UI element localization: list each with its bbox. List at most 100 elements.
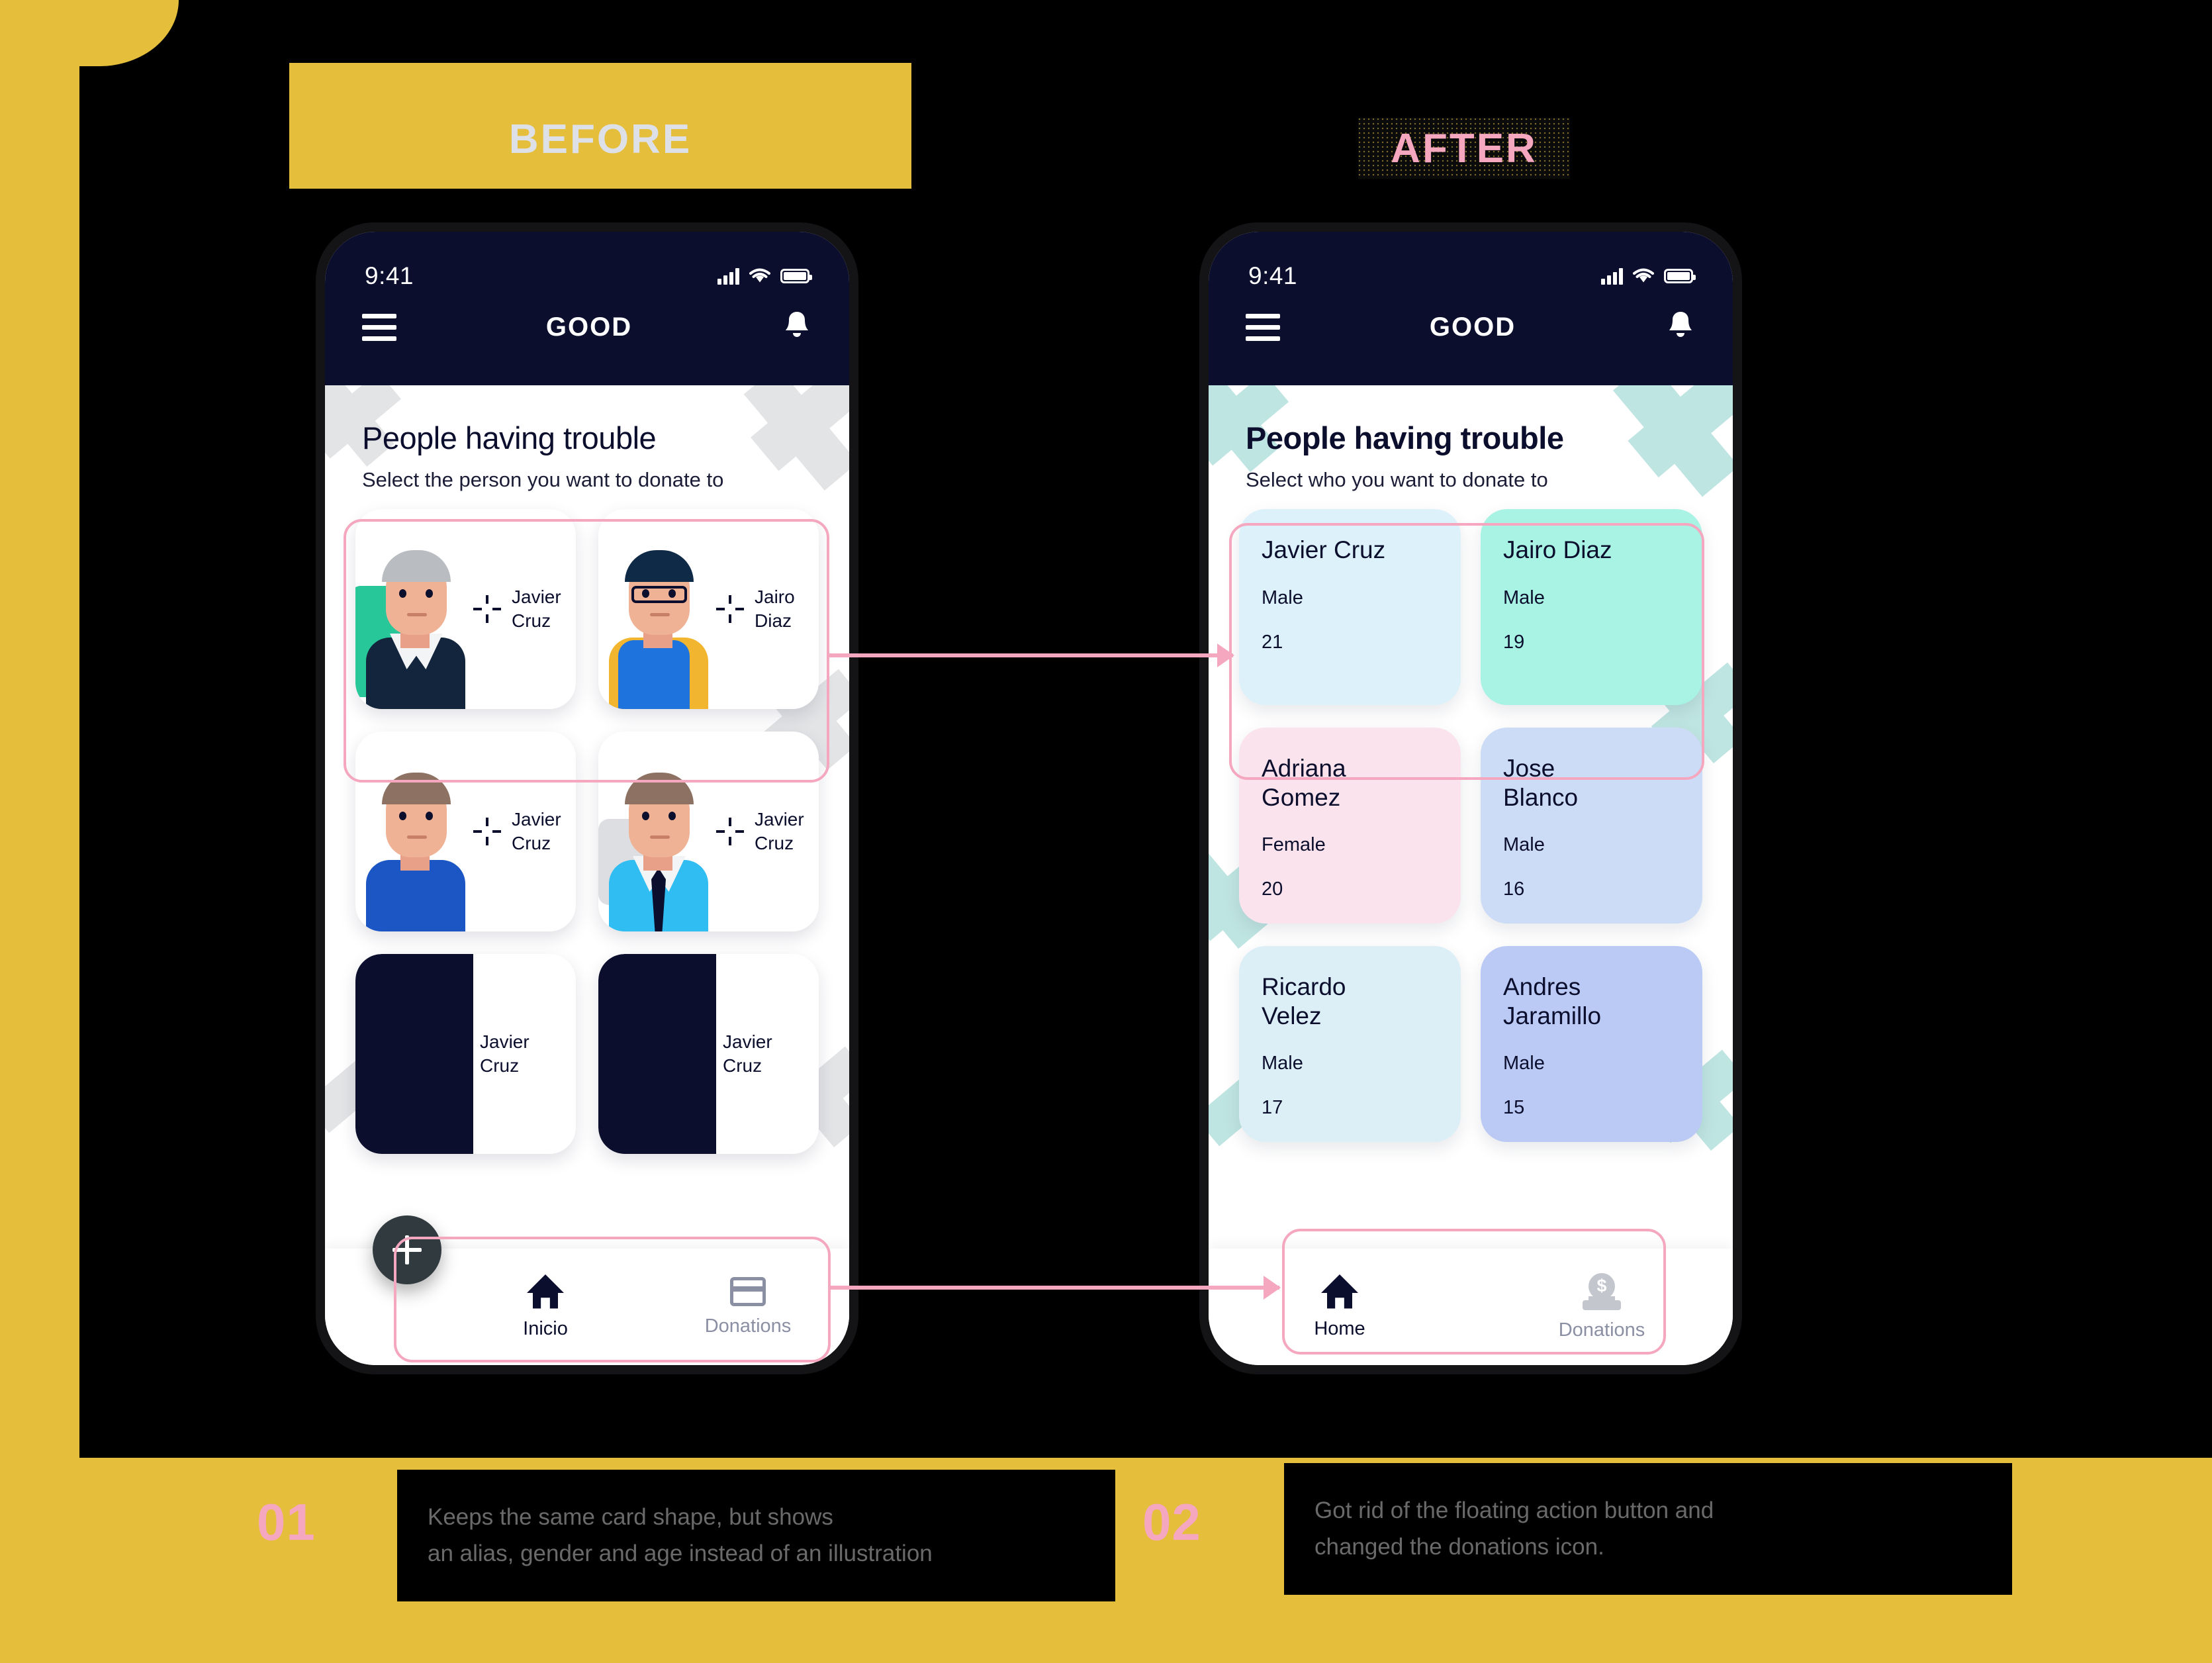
hamburger-menu-icon[interactable] xyxy=(1246,313,1280,341)
person-age: 20 xyxy=(1262,879,1283,900)
person-age: 17 xyxy=(1262,1097,1283,1119)
battery-full-icon xyxy=(1664,269,1696,283)
note-number: 01 xyxy=(257,1493,316,1551)
person-illustration xyxy=(355,732,473,931)
crosshair-icon xyxy=(716,818,744,845)
nav-item-donations[interactable]: Donations xyxy=(647,1276,849,1337)
before-row-2: Javier Cruz Javier Cruz xyxy=(355,732,819,931)
person-gender: Male xyxy=(1503,587,1545,608)
after-section-label: AFTER xyxy=(1391,125,1538,171)
person-gender: Male xyxy=(1262,587,1303,608)
home-icon xyxy=(527,1274,564,1309)
coin-deposit-icon: $ xyxy=(1583,1272,1621,1310)
nav-label: Home xyxy=(1314,1317,1365,1339)
person-card[interactable]: Javier Cruz xyxy=(355,732,576,931)
after-status-bar: 9:41 xyxy=(1209,232,1733,290)
note-text-box: Got rid of the floating action button an… xyxy=(1284,1463,2012,1595)
after-section-badge: AFTER xyxy=(1358,118,1570,179)
person-card[interactable]: Javier Cruz xyxy=(598,954,819,1154)
cellular-signal-icon xyxy=(717,267,739,285)
person-illustration xyxy=(355,509,473,709)
after-row-1: Javier Cruz Male 21 Jairo Diaz Male 19 xyxy=(1239,509,1702,705)
before-app-bar: GOOD xyxy=(325,290,849,344)
status-time: 9:41 xyxy=(1248,262,1298,289)
hamburger-menu-icon[interactable] xyxy=(362,313,396,341)
after-app-bar: GOOD xyxy=(1209,290,1733,344)
wifi-icon xyxy=(749,268,770,283)
person-illustration xyxy=(598,732,716,931)
cellular-signal-icon xyxy=(1601,267,1623,285)
person-gender: Male xyxy=(1503,1053,1545,1074)
after-row-3: Ricardo Velez Male 17 Andres Jaramillo Mal… xyxy=(1239,946,1702,1142)
bell-icon[interactable] xyxy=(782,310,812,344)
note-line-1: Keeps the same card shape, but shows xyxy=(428,1504,833,1530)
person-card[interactable]: Ricardo Velez Male 17 xyxy=(1239,946,1461,1142)
nav-item-donations[interactable]: $ Donations xyxy=(1471,1272,1733,1341)
nav-label: Donations xyxy=(704,1315,792,1337)
crosshair-icon xyxy=(473,818,501,845)
person-age: 19 xyxy=(1503,631,1525,653)
connector-arrow-cards xyxy=(829,643,1234,667)
before-status-bar: 9:41 xyxy=(325,232,849,290)
person-card[interactable]: Adriana Gomez Female 20 xyxy=(1239,728,1461,924)
nav-item-home[interactable]: Home xyxy=(1209,1274,1471,1340)
before-section-label: BEFORE xyxy=(508,117,692,162)
app-title: GOOD xyxy=(545,312,633,342)
after-content: People having trouble Select who you wan… xyxy=(1209,385,1733,1365)
comparison-board: BEFORE AFTER 9:41 GOOD People having tro… xyxy=(0,0,2212,1663)
page-subtitle: Select who you want to donate to xyxy=(1246,468,1548,491)
person-card[interactable]: Javier Cruz Male 21 xyxy=(1239,509,1461,705)
person-name: Javier Cruz xyxy=(1262,536,1386,563)
person-card[interactable]: Javier Cruz xyxy=(598,732,819,931)
person-name: Javier Cruz xyxy=(512,809,561,853)
crosshair-icon xyxy=(473,595,501,623)
status-time: 9:41 xyxy=(365,262,414,289)
before-person-grid: Javier Cruz Jairo Diaz Javier Cruz Javie… xyxy=(325,509,849,1154)
person-name: Javier Cruz xyxy=(755,809,804,853)
note-line-2: an alias, gender and age instead of an i… xyxy=(428,1541,933,1567)
page-title: People having trouble xyxy=(362,420,657,455)
before-screen: 9:41 GOOD People having trouble Select t… xyxy=(325,232,849,1365)
person-name: Jose Blanco xyxy=(1503,755,1579,811)
person-gender: Male xyxy=(1262,1053,1303,1074)
after-topbar: 9:41 GOOD xyxy=(1209,232,1733,385)
nav-label: Donations xyxy=(1558,1319,1645,1341)
after-bottom-nav: Home $ Donations xyxy=(1209,1249,1733,1365)
person-card[interactable]: Jose Blanco Male 16 xyxy=(1481,728,1702,924)
person-card[interactable]: Javier Cruz xyxy=(355,509,576,709)
app-title: GOOD xyxy=(1429,312,1516,342)
person-card[interactable]: Jairo Diaz xyxy=(598,509,819,709)
home-icon xyxy=(1321,1274,1358,1309)
nav-label: Inicio xyxy=(523,1317,568,1339)
before-content: People having trouble Select the person … xyxy=(325,385,849,1365)
person-card[interactable]: Jairo Diaz Male 19 xyxy=(1481,509,1702,705)
person-age: 16 xyxy=(1503,879,1525,900)
yellow-corner-shape xyxy=(0,0,179,66)
before-phone-mockup: 9:41 GOOD People having trouble Select t… xyxy=(316,222,858,1374)
after-phone-mockup: 9:41 GOOD People having trouble Select w… xyxy=(1199,222,1742,1374)
battery-full-icon xyxy=(780,269,812,283)
plus-icon xyxy=(392,1235,422,1264)
person-name: Javier Cruz xyxy=(512,587,561,631)
person-name: Javier Cruz xyxy=(723,1031,772,1076)
connector-arrow-nav xyxy=(829,1276,1281,1300)
nav-item-home[interactable]: Inicio xyxy=(444,1274,647,1340)
before-topbar: 9:41 GOOD xyxy=(325,232,849,385)
person-gender: Female xyxy=(1262,834,1326,856)
before-row-3: Javier Cruz Javier Cruz xyxy=(355,954,819,1154)
person-card[interactable]: Javier Cruz xyxy=(355,954,576,1154)
note-line-2: changed the donations icon. xyxy=(1314,1534,1604,1560)
person-name: Andres Jaramillo xyxy=(1503,973,1602,1029)
floating-action-button[interactable] xyxy=(373,1215,441,1284)
wifi-icon xyxy=(1633,268,1654,283)
note-number: 02 xyxy=(1142,1493,1201,1551)
person-card[interactable]: Andres Jaramillo Male 15 xyxy=(1481,946,1702,1142)
bell-icon[interactable] xyxy=(1665,310,1696,344)
after-person-grid: Javier Cruz Male 21 Jairo Diaz Male 19 A… xyxy=(1209,509,1733,1142)
person-name: Javier Cruz xyxy=(480,1031,530,1076)
person-age: 15 xyxy=(1503,1097,1525,1119)
person-name: Adriana Gomez xyxy=(1262,755,1346,811)
person-illustration xyxy=(598,509,716,709)
note-text-box: Keeps the same card shape, but shows an … xyxy=(397,1470,1115,1601)
person-name: Ricardo Velez xyxy=(1262,973,1346,1029)
